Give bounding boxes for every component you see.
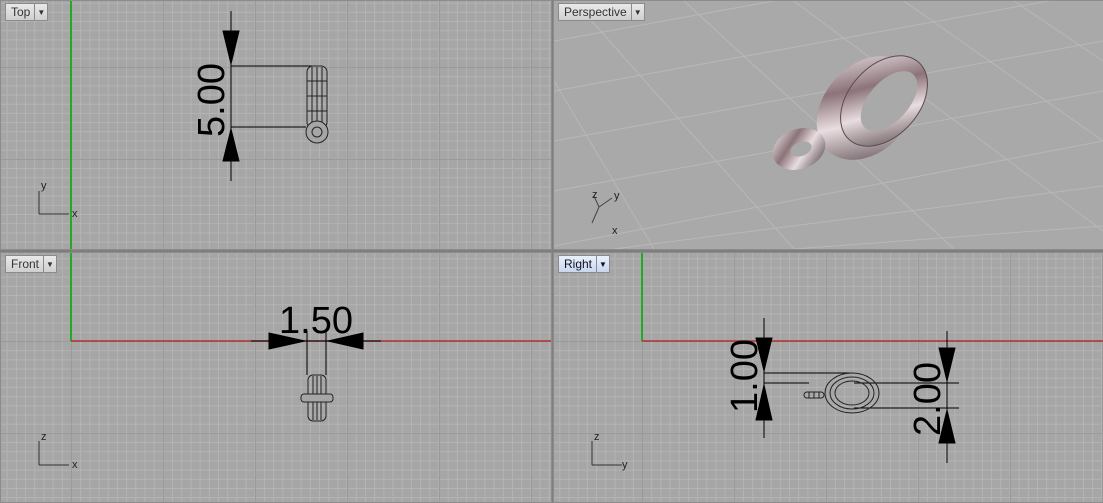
viewport-tab-front[interactable]: Front ▼: [5, 255, 58, 273]
axis-label-x: x: [72, 208, 78, 220]
viewport-tab-label: Front: [11, 257, 40, 271]
chevron-down-icon[interactable]: ▼: [630, 4, 644, 20]
dimension-vertical: [222, 11, 313, 181]
viewport-perspective[interactable]: z y x Perspective ▼: [553, 0, 1103, 250]
axis-indicator-front: [38, 441, 69, 466]
axis-label-z: z: [592, 189, 598, 201]
viewport-front[interactable]: 1.50 x z Front ▼: [0, 252, 552, 503]
chevron-down-icon[interactable]: ▼: [596, 256, 609, 272]
viewport-tab-right[interactable]: Right ▼: [558, 255, 611, 273]
axis-indicator-top: [38, 191, 69, 215]
viewport-tab-perspective[interactable]: Perspective ▼: [558, 3, 645, 21]
right-scene: 1.00 2.00 y z: [591, 253, 1103, 471]
axis-label-z: z: [594, 431, 600, 443]
viewport-right[interactable]: 1.00 2.00 y z Right ▼: [553, 252, 1103, 503]
dimension-label-width: 1.50: [279, 300, 353, 342]
viewport-tab-label: Top: [11, 5, 31, 19]
object-ring-top: [305, 65, 329, 144]
ring-render: [772, 55, 928, 170]
axis-label-x: x: [72, 459, 78, 471]
chevron-down-icon[interactable]: ▼: [34, 4, 47, 20]
axis-indicator-right: [591, 441, 622, 466]
axis-label-z: z: [41, 431, 47, 443]
axis-label-y: y: [614, 190, 620, 202]
viewport-tab-label: Right: [564, 257, 593, 271]
dimension-small: [755, 318, 854, 438]
top-scene: 5.00 x y: [38, 1, 329, 249]
viewport-tab-top[interactable]: Top ▼: [5, 3, 49, 21]
viewport-tab-label: Perspective: [564, 5, 627, 19]
axis-label-y: y: [41, 180, 47, 192]
dimension-label-height: 5.00: [191, 63, 233, 137]
chevron-down-icon[interactable]: ▼: [43, 256, 56, 272]
dimension-label-large: 2.00: [907, 362, 949, 436]
object-ring-right: [803, 372, 880, 414]
axis-label-y: y: [622, 459, 628, 471]
dimension-label-small: 1.00: [724, 339, 766, 413]
front-scene: 1.50 x z: [38, 253, 551, 471]
perspective-scene: z y x: [554, 1, 1103, 249]
object-ring-front: [300, 374, 334, 422]
axis-label-x: x: [612, 225, 618, 237]
viewport-top[interactable]: 5.00 x y Top ▼: [0, 0, 552, 250]
